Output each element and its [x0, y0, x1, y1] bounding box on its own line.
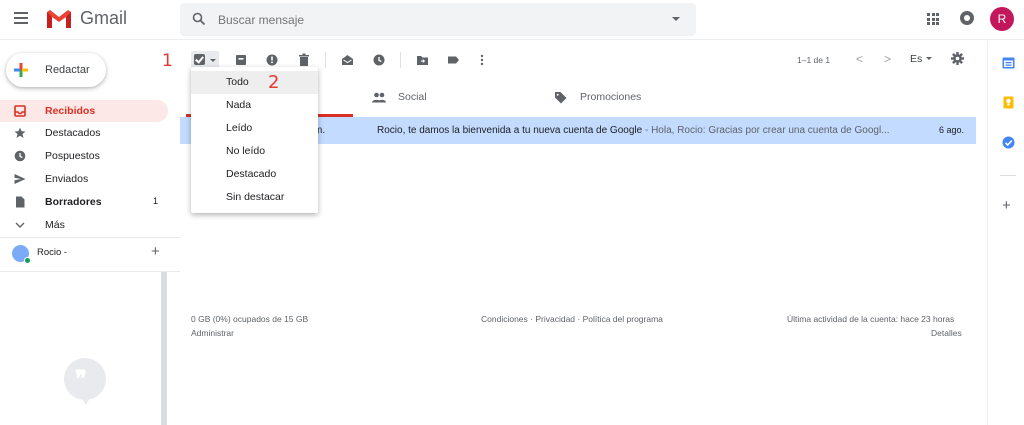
nav-count: 1	[152, 196, 158, 206]
clock-icon	[14, 150, 26, 162]
nav-item-mas[interactable]: Más	[0, 214, 168, 236]
delete-icon[interactable]	[298, 52, 310, 68]
nav-item-destacados[interactable]: Destacados	[0, 122, 168, 144]
app-name: Gmail	[80, 8, 128, 28]
next-page-icon[interactable]: >	[884, 52, 891, 66]
nav-label: Más	[45, 219, 65, 231]
tab-label: Social	[398, 91, 427, 103]
menu-item-destacado[interactable]: Destacado	[191, 163, 318, 186]
nav-label: Destacados	[45, 127, 101, 139]
toolbar-divider	[325, 52, 326, 68]
email-subject-text: Rocio, te damos la bienvenida a tu nueva…	[377, 125, 643, 136]
chevron-down-icon	[15, 222, 25, 228]
hangouts-scrollbar[interactable]	[161, 272, 167, 425]
search-bar[interactable]	[180, 3, 696, 36]
nav-label: Pospuestos	[45, 150, 100, 162]
keep-icon[interactable]	[1002, 96, 1015, 109]
email-subject: Rocio, te damos la bienvenida a tu nueva…	[377, 125, 890, 136]
star-icon	[14, 127, 26, 138]
search-icon[interactable]	[192, 12, 206, 26]
hangouts-avatar[interactable]	[12, 245, 31, 264]
email-date: 6 ago.	[938, 125, 964, 135]
side-panel-separator	[1000, 175, 1016, 176]
menu-item-nada[interactable]: Nada	[191, 94, 318, 117]
checkbox-icon	[194, 54, 205, 65]
input-tools-button[interactable]: Es	[910, 53, 933, 65]
menu-item-no-leido[interactable]: No leído	[191, 140, 318, 163]
account-avatar[interactable]: R	[990, 7, 1014, 31]
compose-button[interactable]: Redactar	[6, 53, 106, 87]
tasks-icon[interactable]	[1002, 136, 1015, 149]
input-language-label: Es	[910, 53, 923, 65]
people-icon	[372, 92, 386, 103]
calendar-icon[interactable]	[1002, 56, 1015, 69]
move-to-icon[interactable]	[416, 52, 429, 68]
annotation-number-1: 1	[162, 51, 173, 71]
select-dropdown-icon	[210, 59, 216, 62]
chevron-down-icon	[926, 57, 933, 60]
toolbar-divider	[400, 52, 401, 68]
divider	[0, 237, 180, 238]
plus-icon	[14, 63, 28, 77]
compose-label: Redactar	[45, 64, 90, 76]
archive-icon[interactable]	[235, 52, 247, 68]
side-panel-divider	[987, 41, 988, 425]
menu-item-todo[interactable]: Todo	[191, 71, 318, 94]
hangouts-user-name[interactable]: Rocio -	[37, 247, 67, 258]
email-snippet: - Hola, Rocio: Gracias por crear una cue…	[642, 125, 890, 136]
report-spam-icon[interactable]	[266, 52, 278, 68]
tab-promociones[interactable]: Promociones	[548, 80, 738, 116]
nav-item-enviados[interactable]: Enviados	[0, 168, 168, 190]
search-input[interactable]	[218, 10, 658, 30]
divider	[0, 271, 180, 272]
menu-item-sin-destacar[interactable]: Sin destacar	[191, 186, 318, 209]
draft-icon	[16, 196, 25, 208]
mark-as-read-icon[interactable]	[341, 52, 354, 68]
settings-gear-icon[interactable]	[951, 52, 964, 65]
hangouts-user: Rocio - +	[12, 243, 172, 264]
annotation-number-2: 2	[268, 72, 280, 93]
main-menu-icon[interactable]	[14, 12, 28, 24]
gmail-m-icon	[47, 9, 71, 28]
online-status-dot	[24, 257, 31, 264]
tag-icon	[555, 92, 567, 104]
label-icon[interactable]	[447, 52, 460, 68]
details-link[interactable]: Detalles	[931, 328, 962, 338]
nav-item-recibidos[interactable]: Recibidos	[0, 100, 168, 122]
nav-label: Borradores	[45, 196, 102, 208]
snooze-icon[interactable]	[373, 52, 385, 68]
hangouts-add-icon[interactable]: +	[151, 243, 160, 260]
nav-item-pospuestos[interactable]: Pospuestos	[0, 145, 168, 167]
footer-links[interactable]: Condiciones · Privacidad · Política del …	[481, 314, 663, 324]
send-icon	[14, 174, 26, 184]
top-bar: Gmail R	[0, 0, 1024, 40]
hangouts-quote-icon: ❞	[64, 358, 106, 405]
get-addons-icon[interactable]: +	[1002, 197, 1011, 214]
storage-usage: 0 GB (0%) ocupados de 15 GB	[191, 314, 309, 324]
select-dropdown-menu: Todo Nada Leído No leído Destacado Sin d…	[191, 67, 318, 213]
nav-label: Recibidos	[45, 105, 96, 117]
search-options-icon[interactable]	[672, 17, 680, 21]
notifications-icon[interactable]	[960, 11, 974, 25]
pagination-range: 1–1 de 1	[797, 55, 831, 65]
manage-storage-link[interactable]: Administrar	[191, 328, 234, 338]
nav-label: Enviados	[45, 173, 89, 185]
prev-page-icon[interactable]: <	[856, 52, 863, 66]
more-options-icon[interactable]	[479, 52, 485, 68]
apps-grid-icon[interactable]	[927, 13, 939, 25]
last-activity: Última actividad de la cuenta: hace 23 h…	[787, 314, 955, 324]
inbox-icon	[14, 105, 26, 117]
tab-label: Promociones	[580, 91, 642, 103]
tab-social[interactable]: Social	[360, 80, 550, 116]
nav-item-borradores[interactable]: Borradores 1	[0, 191, 168, 213]
menu-item-leido[interactable]: Leído	[191, 117, 318, 140]
gmail-logo[interactable]: Gmail	[46, 8, 127, 29]
